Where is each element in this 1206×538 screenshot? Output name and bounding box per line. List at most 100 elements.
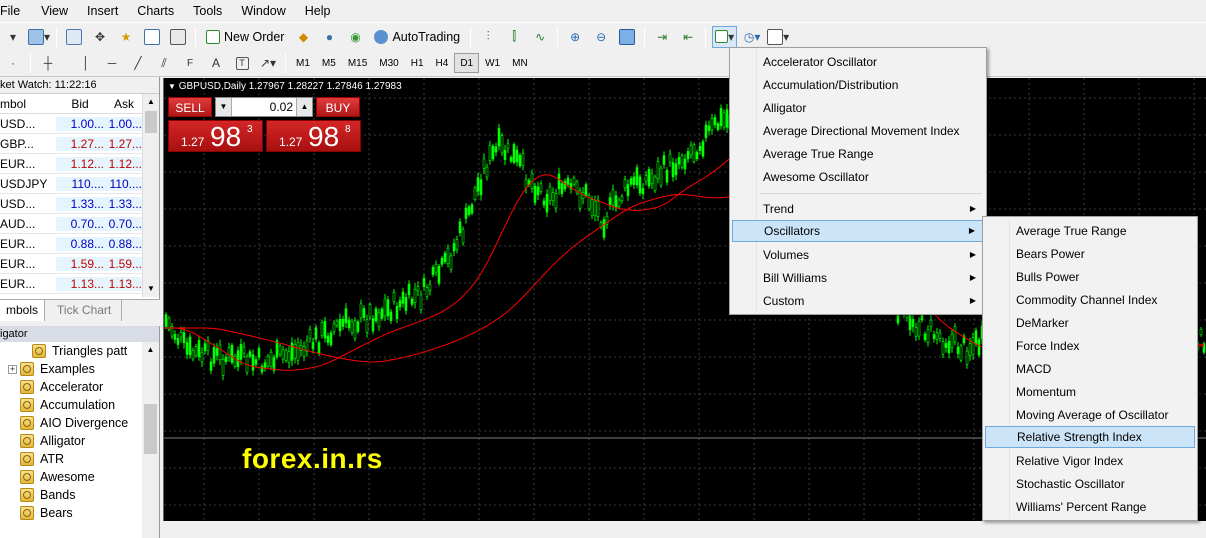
indicators-icon[interactable]: ▾ [712,25,738,48]
menu-item-bears-power[interactable]: Bears Power [985,243,1195,265]
scroll-up-icon[interactable]: ▲ [142,342,159,358]
menu-view[interactable]: View [41,4,77,18]
autoscroll-icon[interactable]: ⇥ [651,26,673,48]
arrows-icon[interactable]: ↗▾ [257,52,279,74]
timeframe-m5[interactable]: M5 [316,53,342,73]
market-watch-row[interactable]: USD... 1.00... 1.00... [0,114,159,134]
tile-windows-icon[interactable] [616,26,638,48]
market-watch-row[interactable]: AUD... 0.70... 0.70... [0,214,159,234]
new-order-button[interactable]: New Order [202,26,288,48]
lot-size-field[interactable]: ▼ 0.02 ▲ [215,97,313,117]
sell-button[interactable]: SELL [168,97,212,117]
menu-tools[interactable]: Tools [193,4,231,18]
menu-charts[interactable]: Charts [137,4,183,18]
timeframe-m30[interactable]: M30 [373,53,404,73]
menu-file[interactable]: File [0,4,29,18]
scroll-down-icon[interactable]: ▼ [143,281,159,297]
expand-icon[interactable]: + [8,364,17,374]
timeframe-d1[interactable]: D1 [454,53,480,73]
menu-item-average-true-range[interactable]: Average True Range [732,143,984,165]
market-watch-row[interactable]: EUR... 1.12... 1.12... [0,154,159,174]
label-icon[interactable]: T [231,52,253,74]
navigator-item[interactable]: Accumulation [0,396,159,414]
navigator-item[interactable]: AIO Divergence [0,414,159,432]
text-icon[interactable]: A [205,52,227,74]
templates-icon[interactable]: ▾ [767,26,789,48]
strategy-tester-icon[interactable] [167,26,189,48]
menu-item-adx[interactable]: Average Directional Movement Index [732,120,984,142]
timeframe-h1[interactable]: H1 [405,53,430,73]
navigator-item[interactable]: ATR [0,450,159,468]
menu-help[interactable]: Help [305,4,340,18]
crosshair-icon[interactable]: ┼ [37,52,59,74]
menu-item-accumulation-distribution[interactable]: Accumulation/Distribution [732,74,984,96]
new-chart-dropdown-icon[interactable]: ▾ [2,26,24,48]
timeframe-m1[interactable]: M1 [290,53,316,73]
market-icon[interactable]: ◉ [344,26,366,48]
market-watch-row[interactable]: EUR... 0.88... 0.88... [0,234,159,254]
navigator-icon[interactable] [141,26,163,48]
menu-item-accelerator-oscillator[interactable]: Accelerator Oscillator [732,51,984,73]
tab-symbols[interactable]: mbols [0,300,46,321]
crosshair-move-icon[interactable]: ✥ [89,26,111,48]
menu-item-demarker[interactable]: DeMarker [985,312,1195,334]
submenu-oscillators[interactable]: Oscillators ▶ [732,220,984,242]
timeframe-mn[interactable]: MN [506,53,534,73]
tab-tick-chart[interactable]: Tick Chart [45,300,123,321]
chart-shift-icon[interactable]: ⇤ [677,26,699,48]
market-watch-row[interactable]: EUR... 1.13... 1.13... [0,274,159,294]
timeframe-h4[interactable]: H4 [430,53,455,73]
scroll-up-icon[interactable]: ▲ [143,94,159,110]
favorites-icon[interactable]: ★ [115,26,137,48]
lot-spin-icon[interactable]: ▲ [296,98,312,116]
menu-item-awesome-oscillator[interactable]: Awesome Oscillator [732,166,984,188]
market-watch-row[interactable]: USD... 1.33... 1.33... [0,194,159,214]
vertical-line-icon[interactable]: │ [75,52,97,74]
buy-button[interactable]: BUY [316,97,360,117]
menu-item-osma[interactable]: Moving Average of Oscillator [985,404,1195,426]
submenu-bill-williams[interactable]: Bill Williams ▶ [732,267,984,289]
autotrading-button[interactable]: AutoTrading [370,26,464,48]
bar-chart-icon[interactable]: ⫶ [477,26,499,48]
menu-item-cci[interactable]: Commodity Channel Index [985,289,1195,311]
ask-column-header[interactable]: Ask [106,97,146,111]
symbol-column-header[interactable]: mbol [0,97,56,111]
market-watch-row[interactable]: USDJPY 110.... 110.... [0,174,159,194]
menu-item-stochastic[interactable]: Stochastic Oscillator [985,473,1195,495]
submenu-trend[interactable]: Trend ▶ [732,198,984,220]
fibonacci-icon[interactable]: F [179,52,201,74]
menu-item-bulls-power[interactable]: Bulls Power [985,266,1195,288]
market-watch-icon[interactable] [63,26,85,48]
menu-item-macd[interactable]: MACD [985,358,1195,380]
market-watch-row[interactable]: GBP... 1.27... 1.27... [0,134,159,154]
channel-icon[interactable]: ⫽ [153,52,175,74]
cursor-icon[interactable]: · [2,52,24,74]
menu-item-alligator[interactable]: Alligator [732,97,984,119]
navigator-item[interactable]: Triangles patt [0,342,159,360]
timeframe-m15[interactable]: M15 [342,53,373,73]
buy-price-button[interactable]: 1.27 98 8 [266,120,361,152]
navigator-item[interactable]: Bears [0,504,159,522]
zoom-in-icon[interactable]: ⊕ [564,26,586,48]
horizontal-line-icon[interactable]: ─ [101,52,123,74]
menu-item-rvi[interactable]: Relative Vigor Index [985,450,1195,472]
signals-icon[interactable]: ● [318,26,340,48]
lot-dropdown-icon[interactable]: ▼ [216,98,232,116]
sell-price-button[interactable]: 1.27 98 3 [168,120,263,152]
market-watch-scrollbar[interactable]: ▲ ▼ [142,94,159,297]
market-watch-row[interactable]: EUR... 1.59... 1.59... [0,254,159,274]
scroll-thumb[interactable] [144,404,157,454]
menu-item-momentum[interactable]: Momentum [985,381,1195,403]
profiles-icon[interactable]: ▾ [28,26,50,48]
collapse-icon[interactable]: ▼ [168,82,176,91]
navigator-item[interactable]: Bands [0,486,159,504]
navigator-item[interactable]: Accelerator [0,378,159,396]
metaeditor-icon[interactable]: ◆ [292,26,314,48]
menu-item-rsi[interactable]: Relative Strength Index [985,426,1195,448]
menu-insert[interactable]: Insert [87,4,127,18]
navigator-item[interactable]: + Examples [0,360,159,378]
line-chart-icon[interactable]: ∿ [529,26,551,48]
periods-icon[interactable]: ◷▾ [741,26,763,48]
timeframe-w1[interactable]: W1 [479,53,506,73]
navigator-scrollbar[interactable]: ▲ [142,342,159,538]
